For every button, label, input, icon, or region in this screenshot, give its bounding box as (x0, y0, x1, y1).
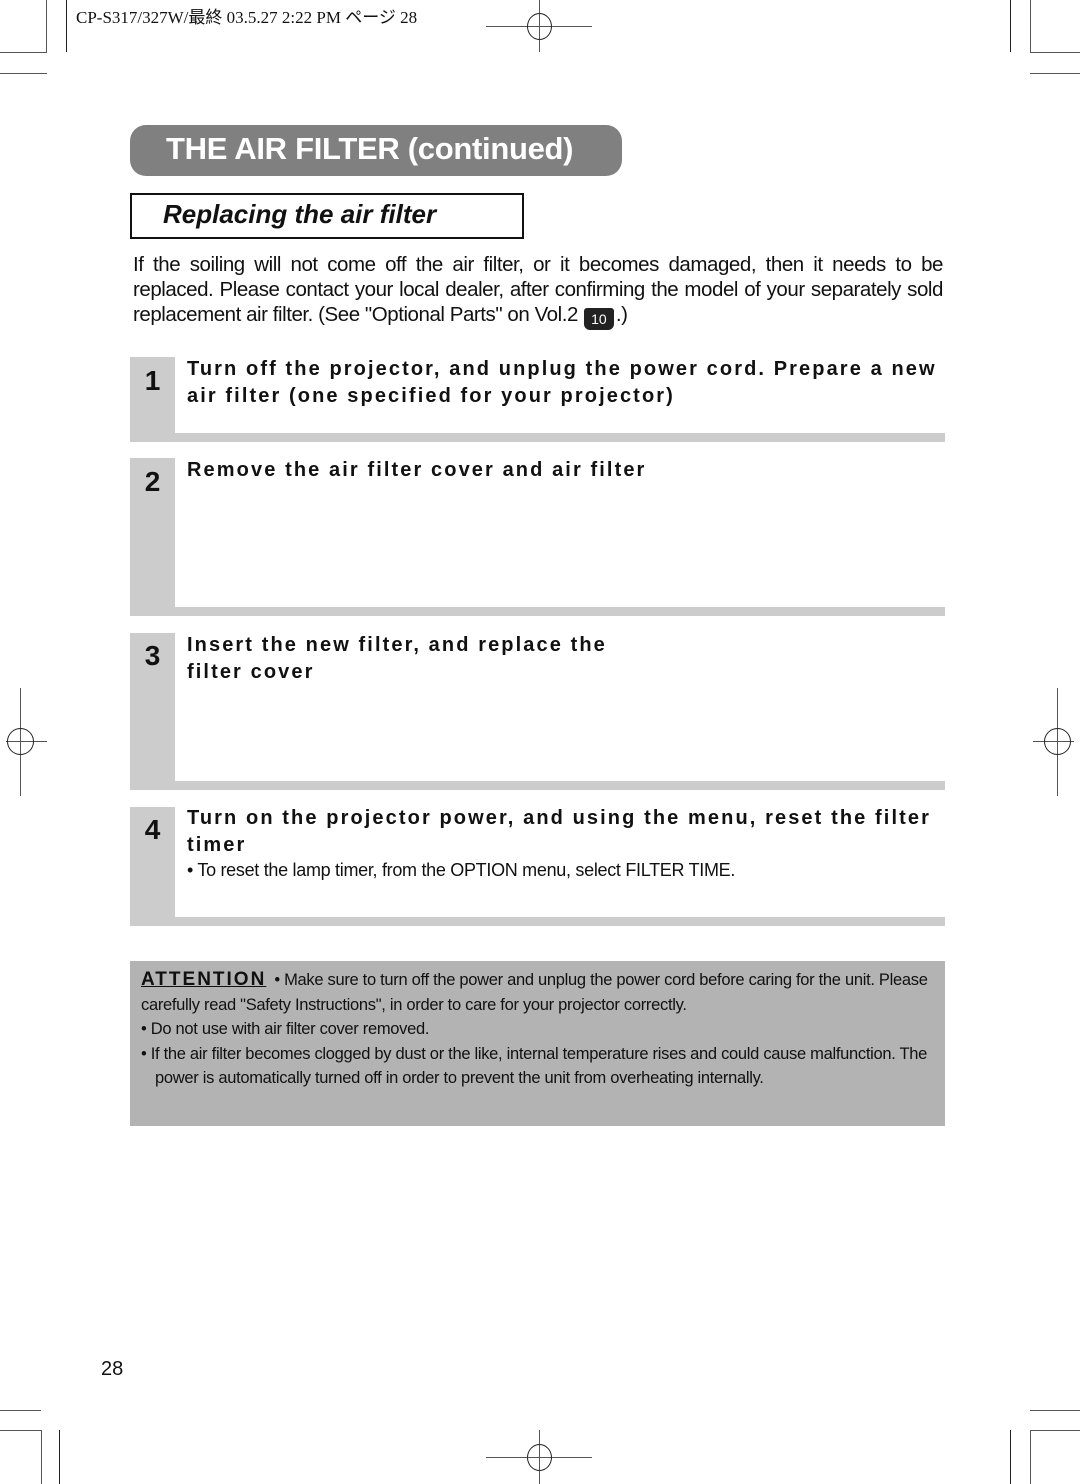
registration-circle (1044, 728, 1071, 755)
step-divider-bar (130, 433, 945, 442)
crop-mark-line (59, 1430, 60, 1484)
attention-lead-paragraph: ATTENTION • Make sure to turn off the pow… (141, 968, 933, 1017)
step-heading-line: Insert the new filter, and replace the (187, 634, 607, 656)
crop-mark-line (0, 1410, 41, 1411)
intro-paragraph: If the soiling will not come off the air… (133, 252, 943, 330)
registration-circle (527, 13, 552, 40)
crop-mark-line (0, 73, 47, 74)
registration-circle (527, 1444, 552, 1471)
crop-mark-line (1030, 1410, 1080, 1411)
step-divider-bar (130, 607, 945, 616)
step-4: 4 Turn on the projector power, and using… (130, 807, 945, 926)
crop-mark-line (66, 0, 67, 52)
crop-mark-line (1010, 1430, 1011, 1484)
crop-mark-line (0, 52, 47, 53)
step-number: 4 (144, 814, 161, 845)
step-number: 1 (144, 365, 161, 396)
step-heading: Insert the new filter, and replace the f… (187, 632, 937, 686)
attention-bullet: • If the air filter becomes clogged by d… (141, 1044, 928, 1088)
print-header: CP-S317/327W/最終 03.5.27 2:22 PM ページ 28 (76, 8, 418, 27)
attention-bullet: • Do not use with air filter cover remov… (141, 1020, 430, 1038)
subsection-title: Replacing the air filter (163, 199, 437, 229)
section-title-banner: THE AIR FILTER (continued) (130, 125, 622, 176)
step-3: 3 Insert the new filter, and replace the… (130, 633, 945, 790)
crop-mark-line (1030, 73, 1080, 74)
intro-text: If the soiling will not come off the air… (133, 253, 943, 326)
step-number: 3 (144, 640, 161, 671)
subsection-title-box: Replacing the air filter (130, 193, 524, 239)
step-heading: Turn off the projector, and unplug the p… (187, 358, 937, 407)
attention-box: ATTENTION • Make sure to turn off the pow… (130, 961, 945, 1126)
step-heading: Turn on the projector power, and using t… (187, 807, 931, 856)
step-heading-line: filter cover (187, 661, 315, 683)
registration-circle (7, 728, 34, 755)
intro-suffix: .) (615, 303, 628, 326)
crop-mark-line (1010, 0, 1011, 52)
step-2: 2 Remove the air filter cover and air fi… (130, 458, 945, 616)
crop-mark-line (1030, 1430, 1031, 1484)
crop-mark-line (0, 1430, 41, 1431)
step-number: 2 (144, 466, 161, 497)
attention-label: ATTENTION (141, 969, 267, 990)
step-note: • To reset the lamp timer, from the OPTI… (187, 860, 736, 880)
reference-page: 10 (591, 311, 607, 327)
book-icon: 10 (583, 308, 614, 330)
step-heading: Remove the air filter cover and air filt… (187, 459, 647, 481)
step-1: 1 Turn off the projector, and unplug the… (130, 357, 945, 442)
step-divider-bar (130, 781, 945, 790)
crop-mark-line (46, 0, 47, 52)
page-number: 28 (101, 1358, 124, 1380)
crop-mark-line (1030, 52, 1080, 53)
crop-mark-line (41, 1430, 42, 1484)
section-title: THE AIR FILTER (continued) (166, 131, 574, 166)
step-divider-bar (130, 917, 945, 926)
crop-mark-line (1030, 1430, 1080, 1431)
crop-mark-line (1030, 0, 1031, 53)
